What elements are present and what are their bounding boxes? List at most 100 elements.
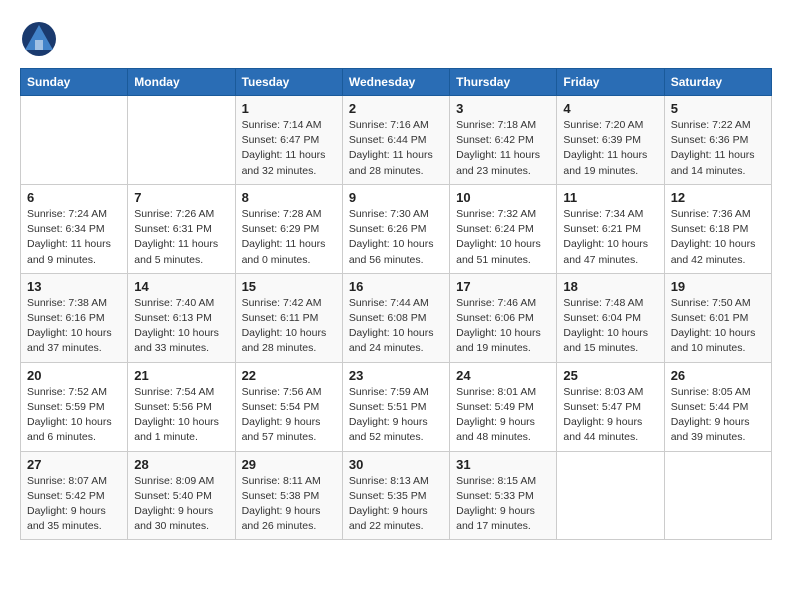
- day-detail: Sunrise: 7:56 AM Sunset: 5:54 PM Dayligh…: [242, 385, 336, 446]
- day-number: 22: [242, 368, 336, 383]
- calendar-table: SundayMondayTuesdayWednesdayThursdayFrid…: [20, 68, 772, 540]
- day-number: 25: [563, 368, 657, 383]
- day-number: 29: [242, 457, 336, 472]
- day-cell: [21, 96, 128, 185]
- day-detail: Sunrise: 7:50 AM Sunset: 6:01 PM Dayligh…: [671, 296, 765, 357]
- day-number: 23: [349, 368, 443, 383]
- day-cell: 19 Sunrise: 7:50 AM Sunset: 6:01 PM Dayl…: [664, 273, 771, 362]
- day-cell: 28 Sunrise: 8:09 AM Sunset: 5:40 PM Dayl…: [128, 451, 235, 540]
- day-cell: 27 Sunrise: 8:07 AM Sunset: 5:42 PM Dayl…: [21, 451, 128, 540]
- day-number: 27: [27, 457, 121, 472]
- week-row-5: 27 Sunrise: 8:07 AM Sunset: 5:42 PM Dayl…: [21, 451, 772, 540]
- day-cell: [557, 451, 664, 540]
- day-detail: Sunrise: 7:20 AM Sunset: 6:39 PM Dayligh…: [563, 118, 657, 179]
- day-number: 12: [671, 190, 765, 205]
- day-cell: 23 Sunrise: 7:59 AM Sunset: 5:51 PM Dayl…: [342, 362, 449, 451]
- day-detail: Sunrise: 7:24 AM Sunset: 6:34 PM Dayligh…: [27, 207, 121, 268]
- day-cell: 24 Sunrise: 8:01 AM Sunset: 5:49 PM Dayl…: [450, 362, 557, 451]
- day-number: 8: [242, 190, 336, 205]
- day-detail: Sunrise: 7:14 AM Sunset: 6:47 PM Dayligh…: [242, 118, 336, 179]
- day-cell: 21 Sunrise: 7:54 AM Sunset: 5:56 PM Dayl…: [128, 362, 235, 451]
- day-cell: 13 Sunrise: 7:38 AM Sunset: 6:16 PM Dayl…: [21, 273, 128, 362]
- day-number: 26: [671, 368, 765, 383]
- day-detail: Sunrise: 7:44 AM Sunset: 6:08 PM Dayligh…: [349, 296, 443, 357]
- day-number: 1: [242, 101, 336, 116]
- day-detail: Sunrise: 8:13 AM Sunset: 5:35 PM Dayligh…: [349, 474, 443, 535]
- day-cell: 2 Sunrise: 7:16 AM Sunset: 6:44 PM Dayli…: [342, 96, 449, 185]
- day-detail: Sunrise: 7:30 AM Sunset: 6:26 PM Dayligh…: [349, 207, 443, 268]
- day-cell: 17 Sunrise: 7:46 AM Sunset: 6:06 PM Dayl…: [450, 273, 557, 362]
- day-cell: 1 Sunrise: 7:14 AM Sunset: 6:47 PM Dayli…: [235, 96, 342, 185]
- col-header-saturday: Saturday: [664, 69, 771, 96]
- day-number: 16: [349, 279, 443, 294]
- day-cell: 25 Sunrise: 8:03 AM Sunset: 5:47 PM Dayl…: [557, 362, 664, 451]
- day-cell: 22 Sunrise: 7:56 AM Sunset: 5:54 PM Dayl…: [235, 362, 342, 451]
- day-cell: 31 Sunrise: 8:15 AM Sunset: 5:33 PM Dayl…: [450, 451, 557, 540]
- day-cell: 26 Sunrise: 8:05 AM Sunset: 5:44 PM Dayl…: [664, 362, 771, 451]
- day-detail: Sunrise: 8:05 AM Sunset: 5:44 PM Dayligh…: [671, 385, 765, 446]
- col-header-sunday: Sunday: [21, 69, 128, 96]
- day-detail: Sunrise: 8:07 AM Sunset: 5:42 PM Dayligh…: [27, 474, 121, 535]
- day-cell: 20 Sunrise: 7:52 AM Sunset: 5:59 PM Dayl…: [21, 362, 128, 451]
- day-cell: 11 Sunrise: 7:34 AM Sunset: 6:21 PM Dayl…: [557, 184, 664, 273]
- day-cell: 15 Sunrise: 7:42 AM Sunset: 6:11 PM Dayl…: [235, 273, 342, 362]
- day-number: 18: [563, 279, 657, 294]
- day-detail: Sunrise: 7:28 AM Sunset: 6:29 PM Dayligh…: [242, 207, 336, 268]
- day-cell: 14 Sunrise: 7:40 AM Sunset: 6:13 PM Dayl…: [128, 273, 235, 362]
- day-cell: 8 Sunrise: 7:28 AM Sunset: 6:29 PM Dayli…: [235, 184, 342, 273]
- col-header-monday: Monday: [128, 69, 235, 96]
- day-cell: 5 Sunrise: 7:22 AM Sunset: 6:36 PM Dayli…: [664, 96, 771, 185]
- col-header-tuesday: Tuesday: [235, 69, 342, 96]
- week-row-4: 20 Sunrise: 7:52 AM Sunset: 5:59 PM Dayl…: [21, 362, 772, 451]
- day-number: 15: [242, 279, 336, 294]
- day-cell: 10 Sunrise: 7:32 AM Sunset: 6:24 PM Dayl…: [450, 184, 557, 273]
- day-detail: Sunrise: 8:03 AM Sunset: 5:47 PM Dayligh…: [563, 385, 657, 446]
- day-cell: 4 Sunrise: 7:20 AM Sunset: 6:39 PM Dayli…: [557, 96, 664, 185]
- day-number: 4: [563, 101, 657, 116]
- day-number: 13: [27, 279, 121, 294]
- week-row-3: 13 Sunrise: 7:38 AM Sunset: 6:16 PM Dayl…: [21, 273, 772, 362]
- day-detail: Sunrise: 7:16 AM Sunset: 6:44 PM Dayligh…: [349, 118, 443, 179]
- day-number: 24: [456, 368, 550, 383]
- day-cell: 30 Sunrise: 8:13 AM Sunset: 5:35 PM Dayl…: [342, 451, 449, 540]
- day-detail: Sunrise: 7:18 AM Sunset: 6:42 PM Dayligh…: [456, 118, 550, 179]
- col-header-thursday: Thursday: [450, 69, 557, 96]
- day-cell: 3 Sunrise: 7:18 AM Sunset: 6:42 PM Dayli…: [450, 96, 557, 185]
- day-cell: 16 Sunrise: 7:44 AM Sunset: 6:08 PM Dayl…: [342, 273, 449, 362]
- day-detail: Sunrise: 7:38 AM Sunset: 6:16 PM Dayligh…: [27, 296, 121, 357]
- week-row-1: 1 Sunrise: 7:14 AM Sunset: 6:47 PM Dayli…: [21, 96, 772, 185]
- day-detail: Sunrise: 7:32 AM Sunset: 6:24 PM Dayligh…: [456, 207, 550, 268]
- day-detail: Sunrise: 7:52 AM Sunset: 5:59 PM Dayligh…: [27, 385, 121, 446]
- logo-icon: [20, 20, 58, 58]
- day-number: 10: [456, 190, 550, 205]
- day-number: 21: [134, 368, 228, 383]
- day-detail: Sunrise: 8:09 AM Sunset: 5:40 PM Dayligh…: [134, 474, 228, 535]
- day-cell: 29 Sunrise: 8:11 AM Sunset: 5:38 PM Dayl…: [235, 451, 342, 540]
- day-detail: Sunrise: 8:11 AM Sunset: 5:38 PM Dayligh…: [242, 474, 336, 535]
- day-detail: Sunrise: 7:22 AM Sunset: 6:36 PM Dayligh…: [671, 118, 765, 179]
- day-cell: 6 Sunrise: 7:24 AM Sunset: 6:34 PM Dayli…: [21, 184, 128, 273]
- day-number: 19: [671, 279, 765, 294]
- day-number: 9: [349, 190, 443, 205]
- day-cell: 12 Sunrise: 7:36 AM Sunset: 6:18 PM Dayl…: [664, 184, 771, 273]
- day-detail: Sunrise: 7:54 AM Sunset: 5:56 PM Dayligh…: [134, 385, 228, 446]
- day-number: 31: [456, 457, 550, 472]
- day-detail: Sunrise: 7:46 AM Sunset: 6:06 PM Dayligh…: [456, 296, 550, 357]
- day-number: 20: [27, 368, 121, 383]
- day-cell: 18 Sunrise: 7:48 AM Sunset: 6:04 PM Dayl…: [557, 273, 664, 362]
- day-number: 17: [456, 279, 550, 294]
- day-detail: Sunrise: 7:26 AM Sunset: 6:31 PM Dayligh…: [134, 207, 228, 268]
- day-detail: Sunrise: 7:48 AM Sunset: 6:04 PM Dayligh…: [563, 296, 657, 357]
- day-detail: Sunrise: 7:40 AM Sunset: 6:13 PM Dayligh…: [134, 296, 228, 357]
- col-header-wednesday: Wednesday: [342, 69, 449, 96]
- day-cell: [664, 451, 771, 540]
- day-number: 5: [671, 101, 765, 116]
- day-number: 2: [349, 101, 443, 116]
- col-header-friday: Friday: [557, 69, 664, 96]
- day-cell: [128, 96, 235, 185]
- day-detail: Sunrise: 7:42 AM Sunset: 6:11 PM Dayligh…: [242, 296, 336, 357]
- day-detail: Sunrise: 8:01 AM Sunset: 5:49 PM Dayligh…: [456, 385, 550, 446]
- day-number: 14: [134, 279, 228, 294]
- day-number: 30: [349, 457, 443, 472]
- day-number: 28: [134, 457, 228, 472]
